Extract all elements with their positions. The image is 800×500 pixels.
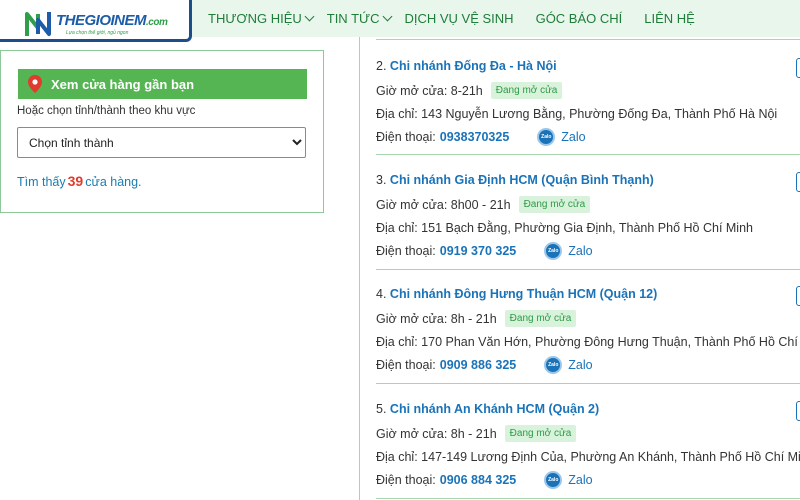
chevron-down-icon	[304, 11, 315, 22]
branch-title: 4. Chi nhánh Đông Hưng Thuận HCM (Quận 1…	[376, 287, 658, 301]
store-count-text: Tìm thấy 39 cửa hàng.	[17, 173, 142, 189]
branch-hours: Giờ mở cửa: 8-21h Đang mở cửa	[376, 79, 800, 102]
branch-separator	[376, 154, 800, 155]
branch-phone-row: Điện thoại: 0938370325 Zalo Zalo	[376, 127, 586, 146]
logo-n-icon	[25, 12, 51, 36]
branch-hours: Giờ mở cửa: 8h - 21h Đang mở cửa	[376, 307, 800, 330]
site-logo[interactable]: THEGIOINEM.com Lựa chọn thế giới, ngủ ng…	[0, 0, 192, 42]
branch-hours: Giờ mở cửa: 8h00 - 21h Đang mở cửa	[376, 193, 800, 216]
zalo-icon: Zalo	[544, 241, 563, 260]
branch-address: Địa chỉ: 147-149 Lương Định Của, Phường …	[376, 449, 800, 464]
branch-separator	[376, 498, 800, 499]
zalo-link[interactable]: Zalo Zalo	[537, 127, 586, 146]
branch-separator	[376, 269, 800, 270]
branch-item: 4. Chi nhánh Đông Hưng Thuận HCM (Quận 1…	[376, 287, 800, 376]
open-status-badge: Đang mở cửa	[504, 425, 577, 442]
branch-phone-row: Điện thoại: 0906 884 325 Zalo Zalo	[376, 470, 593, 489]
branch-address: Địa chỉ: 151 Bạch Đằng, Phường Gia Định,…	[376, 220, 753, 235]
map-pin-icon	[28, 75, 42, 93]
branch-name-link[interactable]: Chi nhánh An Khánh HCM (Quận 2)	[390, 402, 599, 416]
directions-button[interactable]	[796, 58, 800, 78]
branch-item: 5. Chi nhánh An Khánh HCM (Quận 2) Giờ m…	[376, 402, 800, 491]
branch-phone-row: Điện thoại: 0909 886 325 Zalo Zalo	[376, 355, 593, 374]
phone-link[interactable]: 0909 886 325	[440, 358, 516, 372]
zalo-icon: Zalo	[537, 127, 556, 146]
store-count: 39	[67, 173, 84, 189]
directions-button[interactable]	[796, 401, 800, 421]
nav-item-tin-tuc[interactable]: TIN TỨC	[327, 11, 392, 26]
site-header: THEGIOINEM.com Lựa chọn thế giới, ngủ ng…	[0, 0, 800, 42]
find-near-label: Xem cửa hàng gần bạn	[51, 76, 195, 92]
branch-title: 3. Chi nhánh Gia Định HCM (Quận Bình Thạ…	[376, 173, 654, 187]
main-nav: THƯƠNG HIỆU TIN TỨC DỊCH VỤ VỆ SINH GÓC …	[208, 0, 717, 37]
branch-title: 2. Chi nhánh Đống Đa - Hà Nội	[376, 59, 557, 73]
branch-separator	[376, 383, 800, 384]
branch-item: 3. Chi nhánh Gia Định HCM (Quận Bình Thạ…	[376, 173, 800, 262]
branch-separator	[376, 39, 800, 40]
phone-link[interactable]: 0938370325	[440, 130, 510, 144]
column-divider	[359, 37, 360, 500]
branch-phone-row: Điện thoại: 0919 370 325 Zalo Zalo	[376, 241, 593, 260]
open-status-badge: Đang mở cửa	[490, 82, 563, 99]
province-select[interactable]: Chọn tỉnh thành	[17, 127, 306, 158]
phone-link[interactable]: 0919 370 325	[440, 244, 516, 258]
logo-tagline: Lựa chọn thế giới, ngủ ngon	[66, 30, 129, 36]
zalo-icon: Zalo	[544, 355, 563, 374]
open-status-badge: Đang mở cửa	[518, 196, 591, 213]
zalo-link[interactable]: Zalo Zalo	[544, 470, 593, 489]
branch-name-link[interactable]: Chi nhánh Gia Định HCM (Quận Bình Thạnh)	[390, 173, 654, 187]
branch-name-link[interactable]: Chi nhánh Đông Hưng Thuận HCM (Quận 12)	[390, 287, 657, 301]
logo-text: THEGIOINEM.com	[56, 12, 168, 29]
branch-address: Địa chỉ: 143 Nguyễn Lương Bằng, Phường Đ…	[376, 106, 778, 121]
nav-item-lien-he[interactable]: LIÊN HỆ	[644, 11, 695, 26]
zalo-icon: Zalo	[544, 470, 563, 489]
region-label: Hoặc chọn tỉnh/thành theo khu vực	[17, 105, 196, 117]
branch-item: 2. Chi nhánh Đống Đa - Hà Nội Giờ mở cửa…	[376, 59, 800, 148]
phone-link[interactable]: 0906 884 325	[440, 473, 516, 487]
zalo-link[interactable]: Zalo Zalo	[544, 241, 593, 260]
zalo-link[interactable]: Zalo Zalo	[544, 355, 593, 374]
open-status-badge: Đang mở cửa	[504, 310, 577, 327]
chevron-down-icon	[382, 11, 392, 22]
nav-item-goc-bao-chi[interactable]: GÓC BÁO CHÍ	[536, 11, 623, 26]
nav-item-dich-vu-ve-sinh[interactable]: DỊCH VỤ VỆ SINH	[405, 11, 514, 26]
nav-item-thuong-hieu[interactable]: THƯƠNG HIỆU	[208, 11, 315, 26]
directions-button[interactable]	[796, 172, 800, 192]
branch-name-link[interactable]: Chi nhánh Đống Đa - Hà Nội	[390, 59, 557, 73]
branch-address: Địa chỉ: 170 Phan Văn Hớn, Phường Đông H…	[376, 334, 800, 349]
branch-hours: Giờ mở cửa: 8h - 21h Đang mở cửa	[376, 422, 800, 445]
directions-button[interactable]	[796, 286, 800, 306]
branch-title: 5. Chi nhánh An Khánh HCM (Quận 2)	[376, 402, 600, 416]
find-near-button[interactable]: Xem cửa hàng gần bạn	[18, 69, 307, 99]
